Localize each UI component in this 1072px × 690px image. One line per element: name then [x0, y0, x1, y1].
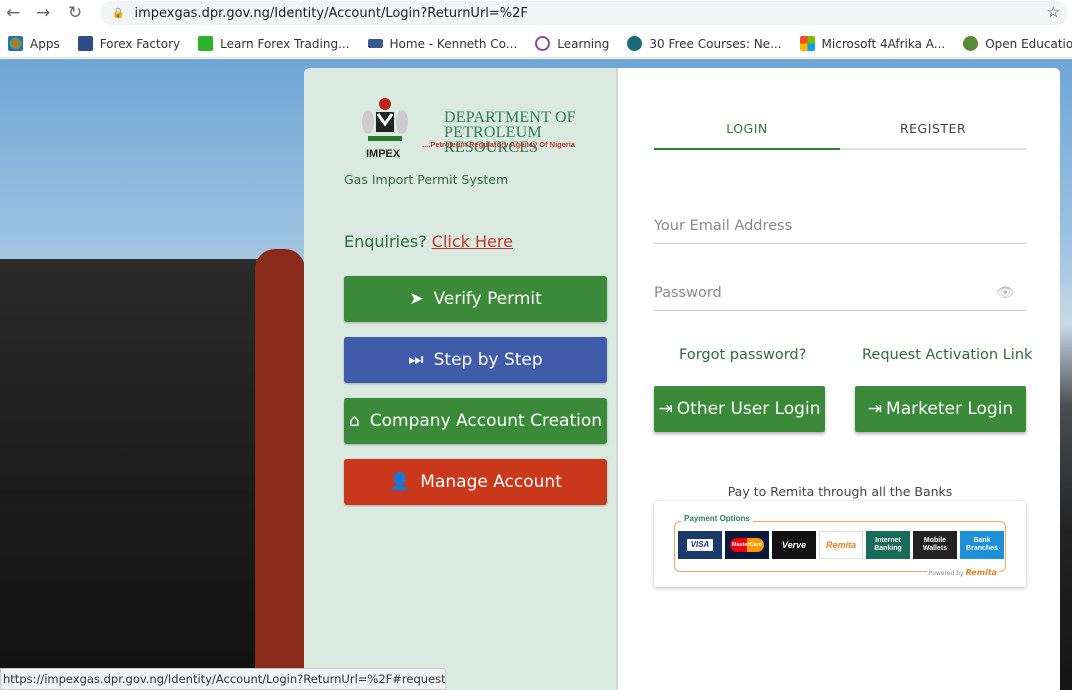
- company-account-creation-button[interactable]: ⌂ Company Account Creation: [344, 398, 607, 444]
- email-input[interactable]: Your Email Address: [654, 212, 1026, 244]
- click-here-link[interactable]: Click Here: [432, 232, 513, 251]
- auth-tabs: LOGIN REGISTER: [654, 120, 1026, 150]
- info-panel: DEPARTMENT OF PETROLEUM RESOURCES ....Pet…: [304, 68, 618, 690]
- bookmark-learn-forex[interactable]: Learn Forex Trading...: [198, 36, 350, 51]
- bookmark-learning[interactable]: Learning: [535, 36, 609, 51]
- address-bar[interactable]: 🔒 impexgas.dpr.gov.ng/Identity/Account/Lo…: [100, 1, 1068, 25]
- login-panel: [618, 68, 1060, 690]
- sign-in-icon: ⇥: [867, 399, 883, 419]
- nigeria-coat-of-arms-icon: [362, 98, 408, 141]
- bookmark-microsoft[interactable]: Microsoft 4Afrika A...: [799, 36, 945, 51]
- marketer-login-button[interactable]: ⇥ Marketer Login: [855, 386, 1026, 432]
- dpr-logo: DEPARTMENT OF PETROLEUM RESOURCES ....Pet…: [354, 96, 604, 166]
- url-text: impexgas.dpr.gov.ng/Identity/Account/Log…: [134, 5, 528, 21]
- microsoft-icon: [799, 36, 815, 51]
- eye-slash-icon[interactable]: 👁: [996, 285, 1014, 301]
- internet-banking-tile: Internet Banking: [866, 531, 910, 559]
- payment-caption: Pay to Remita through all the Banks: [727, 484, 953, 499]
- bookmark-open-educational[interactable]: Open Educational R...: [963, 36, 1072, 51]
- status-bar-url: https://impexgas.dpr.gov.ng/Identity/Acc…: [0, 668, 446, 690]
- globe-icon: [627, 36, 643, 51]
- login-card: DEPARTMENT OF PETROLEUM RESOURCES ....Pet…: [304, 68, 1060, 690]
- bookmark-kenneth[interactable]: Home - Kenneth Co...: [367, 37, 517, 51]
- kenneth-icon: [367, 39, 383, 48]
- sign-in-icon: ⇥: [658, 399, 673, 419]
- mastercard-logo: MasterCard: [725, 531, 769, 559]
- user-plus-icon: 👤: [389, 472, 411, 492]
- remita-logo: Remita: [819, 531, 863, 559]
- forward-icon[interactable]: →: [36, 3, 50, 23]
- paper-plane-icon: ➤: [409, 289, 424, 309]
- manage-account-button[interactable]: 👤 Manage Account: [344, 459, 607, 505]
- request-activation-link[interactable]: Request Activation Link: [862, 347, 1032, 363]
- b-icon: [198, 36, 214, 51]
- step-by-step-button[interactable]: ⏭ Step by Step: [344, 337, 607, 383]
- back-icon[interactable]: ←: [6, 3, 20, 23]
- password-input[interactable]: Password 👁: [654, 279, 1026, 311]
- mobile-wallets-tile: Mobile Wallets: [913, 531, 957, 559]
- bookmark-forex-factory[interactable]: Forex Factory: [77, 36, 180, 51]
- reload-icon[interactable]: ↻: [68, 3, 82, 23]
- learning-icon: [535, 36, 551, 51]
- payment-options-banner: Payment Options VISA MasterCard Verve Re…: [654, 501, 1026, 587]
- bookmark-free-courses[interactable]: 30 Free Courses: Ne...: [627, 36, 782, 51]
- home-icon: ⌂: [348, 411, 360, 431]
- verify-permit-button[interactable]: ➤ Verify Permit: [344, 276, 607, 322]
- tab-register[interactable]: REGISTER: [840, 120, 1026, 148]
- bookmark-apps[interactable]: Apps: [8, 36, 60, 51]
- lock-icon: 🔒: [112, 7, 125, 19]
- forgot-password-link[interactable]: Forgot password?: [679, 347, 806, 363]
- system-name: Gas Import Permit System: [344, 172, 509, 187]
- browser-toolbar: ← → ↻ 🔒 impexgas.dpr.gov.ng/Identity/Acco…: [0, 0, 1072, 27]
- bookmark-star-icon[interactable]: ☆: [1047, 3, 1060, 21]
- visa-logo: VISA: [678, 531, 722, 559]
- apps-grid-icon: [8, 36, 23, 51]
- tab-login[interactable]: LOGIN: [654, 120, 840, 150]
- oer-icon: [963, 36, 979, 51]
- enquiries: Enquiries? Click Here: [344, 232, 513, 251]
- bank-branches-tile: Bank Branches: [960, 531, 1004, 559]
- step-forward-icon: ⏭: [408, 350, 424, 370]
- bookmarks-bar: Apps Forex Factory Learn Forex Trading..…: [0, 30, 1072, 58]
- forex-factory-icon: [77, 36, 93, 51]
- other-user-login-button[interactable]: ⇥ Other User Login: [654, 386, 825, 432]
- verve-logo: Verve: [772, 531, 816, 559]
